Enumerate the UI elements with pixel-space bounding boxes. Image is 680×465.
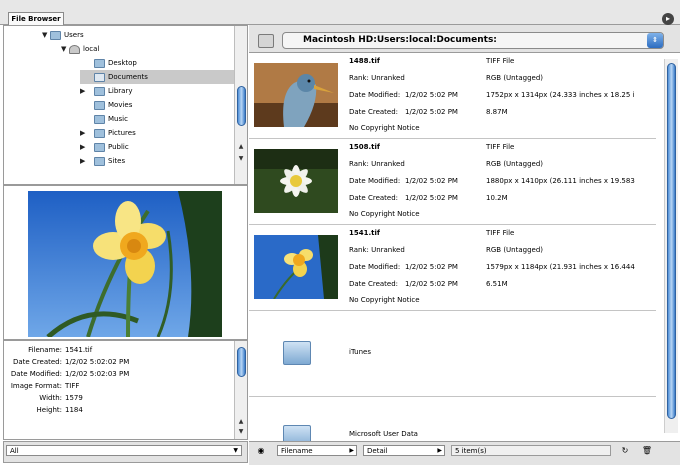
file-row-1508[interactable]: 1508.tif TIFF File Rank: Unranked RGB (U… [249,139,656,225]
tree-item-desktop[interactable]: Desktop [80,56,137,70]
updown-arrows-icon[interactable]: ⇕ [647,33,663,48]
expanded-triangle-icon[interactable]: ▼ [42,28,50,42]
dropdown-arrow-icon: ▼ [233,447,238,454]
scroll-down-arrow-icon[interactable]: ▼ [235,154,247,164]
folder-row-itunes[interactable]: iTunes [249,311,656,397]
tree-item-music[interactable]: Music [80,112,128,126]
rotate-icon[interactable]: ↻ [619,445,631,456]
folder-icon [94,86,105,96]
view-mode-select[interactable]: Detail ▶ [363,445,445,456]
tree-scrollbar[interactable]: ▲ ▼ [234,26,247,184]
metadata-scroll-thumb[interactable] [237,347,246,377]
folder-tree: ▼ Users ▼ local Desktop Documents ▶ Library… [3,25,248,185]
tree-item-movies[interactable]: Movies [80,98,132,112]
collapsed-triangle-icon[interactable]: ▶ [80,154,94,168]
tree-item-sites[interactable]: ▶ Sites [80,154,125,168]
scroll-down-arrow-icon[interactable]: ▼ [235,427,247,437]
folder-icon [94,58,105,68]
folder-icon [94,72,105,82]
file-row-1541[interactable]: 1541.tif TIFF File Rank: Unranked RGB (U… [249,225,656,311]
metadata-row: Date Modified: 1/2/02 5:02:03 PM [10,370,130,378]
metadata-row: Image Format: TIFF [10,382,80,390]
browser-status-bar: ◉ Filename ▶ Detail ▶ 5 item(s) ↻ 🗑 [249,441,680,465]
file-list-scroll-thumb[interactable] [667,63,676,419]
thumbnail-white-flower[interactable] [254,149,338,213]
palette-title-bar [0,0,680,25]
tab-file-browser[interactable]: File Browser [8,12,64,26]
folder-icon [94,156,105,166]
metadata-filter-select[interactable]: All ▼ [6,445,242,456]
file-row-1488[interactable]: 1488.tif TIFF File Rank: Unranked RGB (U… [249,53,656,139]
collapsed-triangle-icon[interactable]: ▶ [80,140,94,154]
tree-item-local[interactable]: ▼ local [61,42,99,56]
folder-icon [94,114,105,124]
metadata-scrollbar[interactable]: ▲ ▼ [234,341,247,439]
tree-item-users[interactable]: ▼ Users [42,28,84,42]
eye-icon[interactable]: ◉ [255,445,267,456]
metadata-row: Date Created: 1/2/02 5:02:02 PM [12,358,130,366]
tree-item-documents[interactable]: Documents [80,70,235,84]
file-list: 1488.tif TIFF File Rank: Unranked RGB (U… [249,53,680,442]
metadata-row: Width: 1579 [39,394,83,402]
tree-item-public[interactable]: ▶ Public [80,140,129,154]
tree-scroll-thumb[interactable] [237,86,246,126]
folder-icon[interactable] [283,341,311,365]
folder-icon [94,128,105,138]
sort-by-select[interactable]: Filename ▶ [277,445,357,456]
item-count-label: 5 item(s) [451,445,611,456]
folder-icon [94,100,105,110]
collapsed-triangle-icon[interactable]: ▶ [80,126,94,140]
thumbnail-daffodil[interactable] [254,235,338,299]
metadata-row: Height: 1184 [36,406,83,414]
folder-icon [94,142,105,152]
left-status-bar: All ▼ [3,441,248,463]
collapsed-triangle-icon[interactable]: ▶ [80,84,94,98]
dropdown-arrow-icon: ▶ [437,447,442,454]
file-list-scrollbar[interactable] [664,59,678,433]
path-toolbar: Macintosh HD:Users:local:Documents: ⇕ [249,25,680,53]
tree-item-library[interactable]: ▶ Library [80,84,132,98]
user-home-icon [69,44,80,54]
metadata-pane: Filename: 1541.tif Date Created: 1/2/02 5:… [3,340,248,440]
location-path-select[interactable]: Macintosh HD:Users:local:Documents: ⇕ [282,32,664,49]
image-preview-pane [3,185,248,340]
tree-item-pictures[interactable]: ▶ Pictures [80,126,136,140]
trash-icon[interactable]: 🗑 [641,445,653,456]
thumbnail-heron[interactable] [254,63,338,127]
metadata-row: Filename: 1541.tif [28,346,93,354]
folder-icon[interactable] [283,425,311,442]
dropdown-arrow-icon: ▶ [349,447,354,454]
scroll-up-arrow-icon[interactable]: ▲ [235,417,247,427]
preview-image-daffodil [28,191,222,337]
palette-menu-button[interactable]: ▸ [662,13,674,25]
expanded-triangle-icon[interactable]: ▼ [61,42,69,56]
folder-icon [50,30,61,40]
drive-icon[interactable] [258,34,274,48]
folder-row-microsoft-user-data[interactable]: Microsoft User Data [249,397,656,442]
scroll-up-arrow-icon[interactable]: ▲ [235,142,247,152]
